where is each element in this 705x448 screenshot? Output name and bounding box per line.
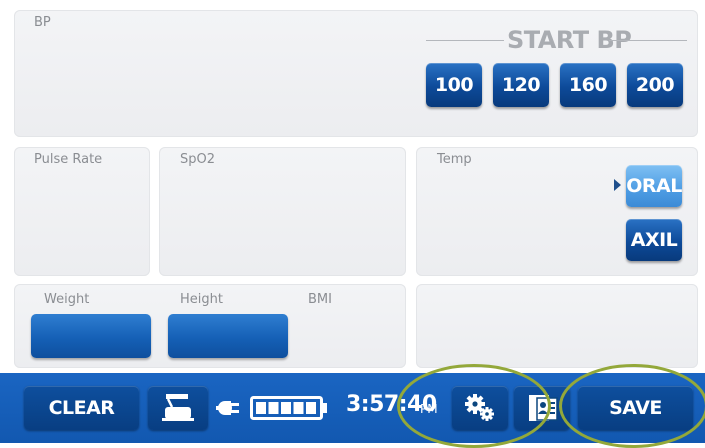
- battery-icon: [250, 396, 327, 420]
- start-bp-rule-right: [609, 40, 687, 41]
- save-button[interactable]: SAVE: [578, 386, 693, 430]
- spo2-panel: SpO2: [159, 147, 406, 276]
- battery-cell: [293, 402, 304, 414]
- settings-button[interactable]: [452, 386, 508, 430]
- start-bp-rule-left: [426, 40, 504, 41]
- bp-label: BP: [34, 15, 51, 30]
- battery-cell: [256, 402, 266, 414]
- height-input[interactable]: [168, 314, 288, 358]
- spo2-label: SpO2: [180, 152, 216, 167]
- pulse-rate-label: Pulse Rate: [34, 152, 103, 167]
- bmi-label: BMI: [308, 292, 332, 307]
- scale-button[interactable]: [148, 386, 208, 430]
- patient-button[interactable]: [514, 386, 570, 430]
- weight-label: Weight: [44, 292, 90, 307]
- selected-pointer-icon: [614, 179, 621, 191]
- temp-label: Temp: [437, 152, 472, 167]
- bp-100-button[interactable]: 100: [426, 63, 482, 107]
- clear-button[interactable]: CLEAR: [24, 386, 139, 430]
- bp-160-button[interactable]: 160: [560, 63, 616, 107]
- plug-icon: [216, 401, 239, 415]
- battery-cell: [268, 402, 279, 414]
- blank-panel: [416, 284, 698, 368]
- height-label: Height: [180, 292, 223, 307]
- battery-cell: [281, 402, 291, 414]
- temp-axil-button[interactable]: AXIL: [626, 219, 682, 261]
- bp-200-button[interactable]: 200: [627, 63, 683, 107]
- scale-icon: [162, 394, 194, 421]
- pulse-rate-panel: Pulse Rate: [14, 147, 150, 276]
- temp-oral-button[interactable]: ORAL: [626, 165, 682, 207]
- weight-input[interactable]: [31, 314, 151, 358]
- clock-ampm: PM: [420, 402, 438, 416]
- gears-icon: [465, 394, 494, 421]
- bp-120-button[interactable]: 120: [493, 63, 549, 107]
- battery-cell: [306, 402, 316, 414]
- patient-card-icon: [529, 395, 558, 421]
